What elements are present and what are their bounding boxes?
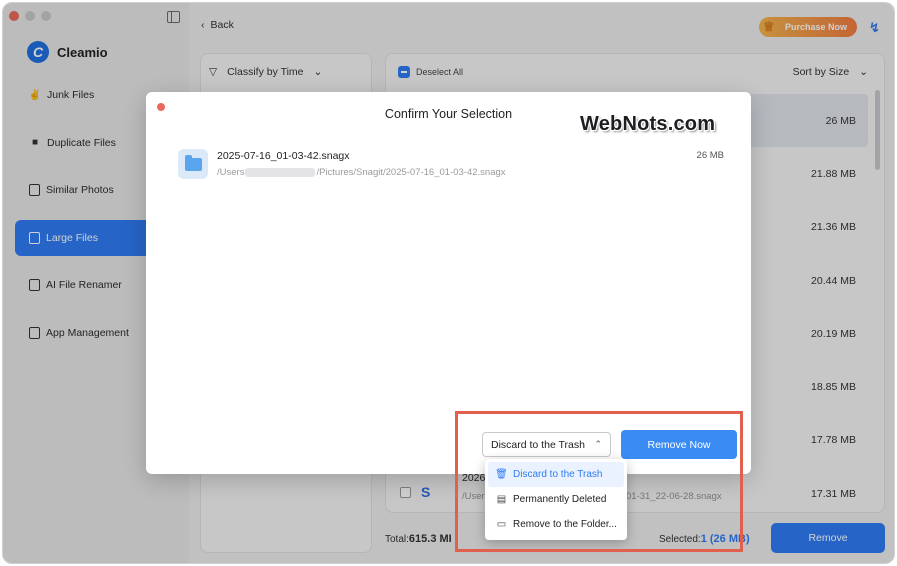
file-size: 26 MB <box>696 150 724 161</box>
redacted-username <box>245 167 316 177</box>
file-path-prefix: /Users <box>217 167 245 178</box>
file-path: /Users/Pictures/Snagit/2025-07-16_01-03-… <box>217 167 506 178</box>
highlight-box <box>455 411 743 552</box>
folder-icon <box>178 149 208 179</box>
file-name: 2025-07-16_01-03-42.snagx <box>217 150 350 162</box>
file-path-suffix: /Pictures/Snagit/2025-07-16_01-03-42.sna… <box>316 167 506 178</box>
list-item: 2025-07-16_01-03-42.snagx /Users/Picture… <box>178 148 728 182</box>
watermark: WebNots.com <box>580 113 716 135</box>
